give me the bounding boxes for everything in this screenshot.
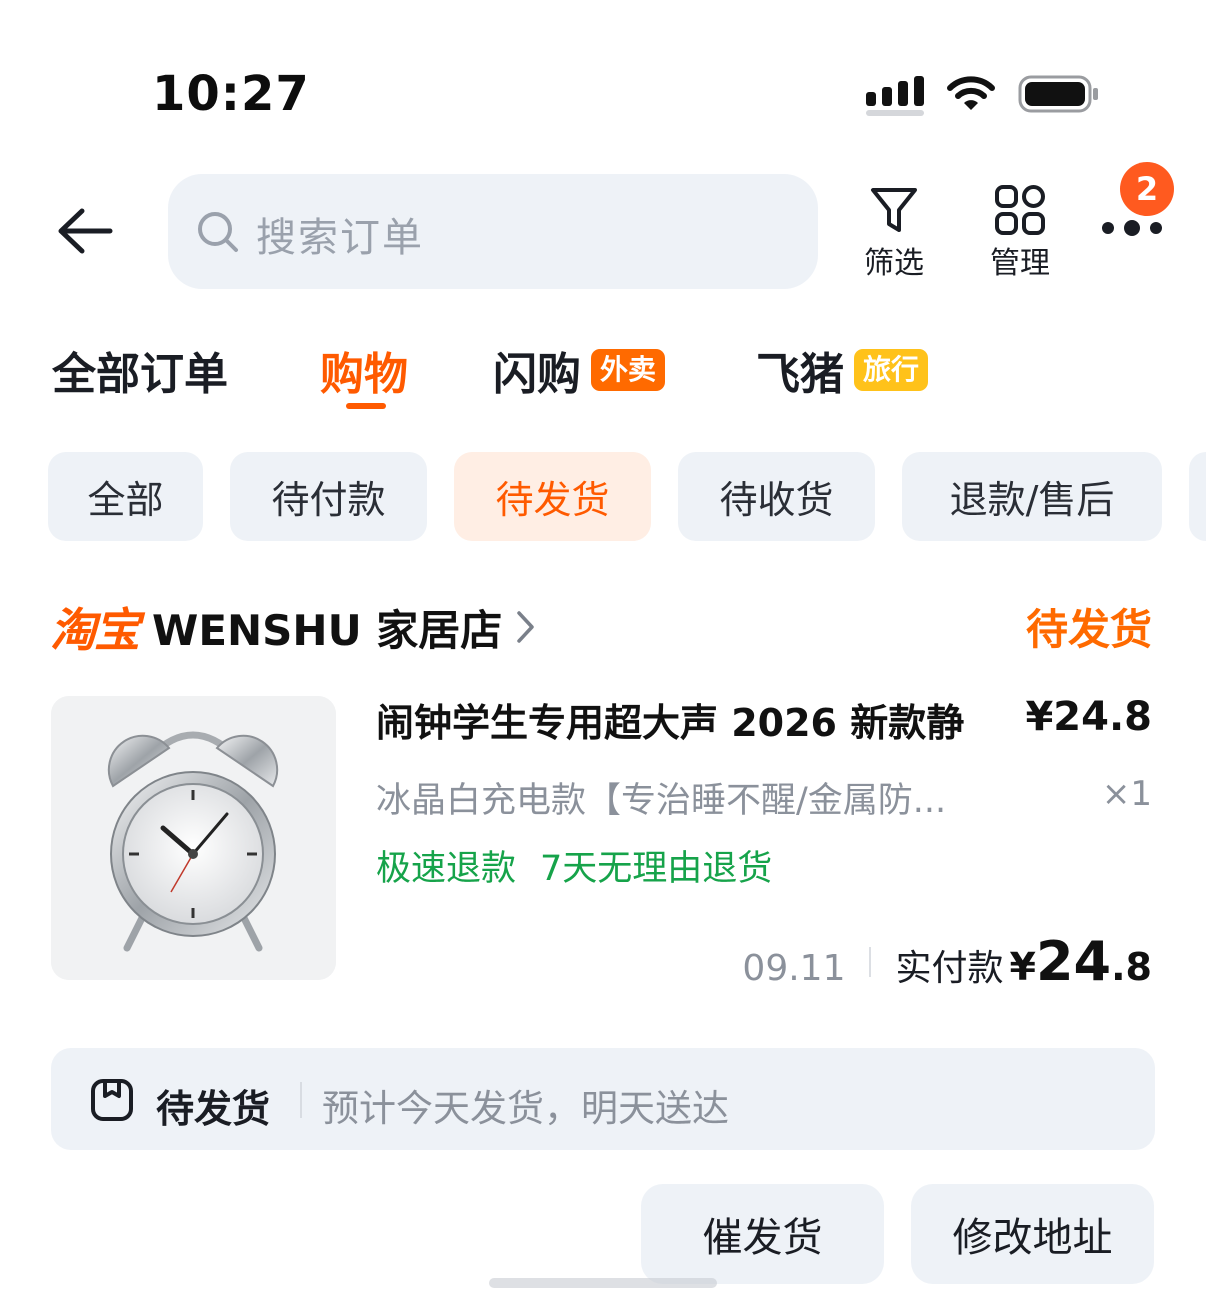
- home-indicator[interactable]: [489, 1278, 717, 1288]
- product-image[interactable]: [51, 696, 336, 980]
- shop-header[interactable]: 淘宝 WENSHU 家居店: [50, 594, 536, 660]
- paid-label: 实付款: [895, 948, 1004, 989]
- search-icon: [198, 212, 238, 252]
- cellular-signal-icon: [866, 76, 924, 116]
- chip-pending-payment[interactable]: 待付款: [230, 452, 427, 541]
- shipping-status: 待发货: [156, 1087, 271, 1131]
- divider: [869, 946, 872, 977]
- shop-name: WENSHU 家居店: [152, 605, 503, 655]
- package-icon: [91, 1079, 133, 1121]
- chevron-right-icon: [517, 611, 535, 643]
- product-spec: 冰晶白充电款【专治睡不醒/金属防...: [376, 781, 947, 821]
- chip-all[interactable]: 全部: [48, 452, 203, 541]
- manage-label: 管理: [990, 246, 1050, 281]
- alarm-clock-image: [51, 696, 336, 980]
- status-time: 10:27: [152, 66, 310, 122]
- tab-shopping[interactable]: 购物: [320, 338, 408, 402]
- filter-icon: [871, 188, 917, 232]
- product-quantity: ×1: [1101, 774, 1152, 814]
- travel-tag: 旅行: [854, 349, 929, 391]
- product-title[interactable]: 闹钟学生专用超大声 2026 新款静: [376, 692, 1006, 747]
- active-tab-indicator: [346, 403, 386, 409]
- paid-amount-decimal: .8: [1111, 945, 1152, 989]
- paid-currency: ¥: [1009, 945, 1036, 989]
- wifi-icon: [947, 76, 995, 110]
- tab-all-orders[interactable]: 全部订单: [52, 338, 228, 402]
- seven-day-return-tag: 7天无理由退货: [540, 849, 773, 889]
- modify-address-button[interactable]: 修改地址: [911, 1184, 1154, 1284]
- filter-label: 筛选: [864, 246, 924, 281]
- fast-refund-tag: 极速退款: [376, 849, 517, 889]
- paid-amount-integer: 24: [1035, 930, 1112, 993]
- taobao-logo: 淘宝: [50, 603, 140, 657]
- service-tags: 极速退款 7天无理由退货: [376, 840, 772, 891]
- product-price: ¥24.8: [1025, 694, 1152, 740]
- grid-icon: [995, 185, 1045, 235]
- tab-flash-buy[interactable]: 闪购 外卖: [493, 338, 666, 402]
- chip-pending-shipment[interactable]: 待发货: [454, 452, 651, 541]
- filter-button[interactable]: 筛选: [852, 186, 936, 282]
- tab-label: 全部订单: [52, 349, 228, 400]
- chip-more-partial[interactable]: [1189, 452, 1206, 541]
- tab-label: 闪购: [493, 349, 581, 400]
- battery-icon: [1018, 75, 1098, 113]
- more-dots-icon[interactable]: [1098, 210, 1166, 246]
- order-status: 待发货: [1025, 605, 1152, 654]
- takeout-tag: 外卖: [591, 349, 666, 391]
- tab-fliggy[interactable]: 飞猪 旅行: [756, 338, 929, 402]
- manage-button[interactable]: 管理: [978, 184, 1062, 282]
- urge-shipment-button[interactable]: 催发货: [641, 1184, 884, 1284]
- chip-refund-aftersale[interactable]: 退款/售后: [902, 452, 1162, 541]
- tab-label: 购物: [320, 349, 408, 400]
- payment-row: 09.11 实付款 ¥ 24 .8: [742, 930, 1152, 993]
- divider: [300, 1082, 302, 1118]
- order-date: 09.11: [742, 948, 846, 989]
- search-placeholder: 搜索订单: [256, 215, 424, 261]
- chip-pending-receipt[interactable]: 待收货: [678, 452, 875, 541]
- tab-label: 飞猪: [756, 349, 844, 400]
- notification-badge: 2: [1120, 162, 1174, 216]
- shipping-message: 预计今天发货，明天送达: [322, 1087, 729, 1130]
- arrow-left-icon[interactable]: [54, 205, 114, 257]
